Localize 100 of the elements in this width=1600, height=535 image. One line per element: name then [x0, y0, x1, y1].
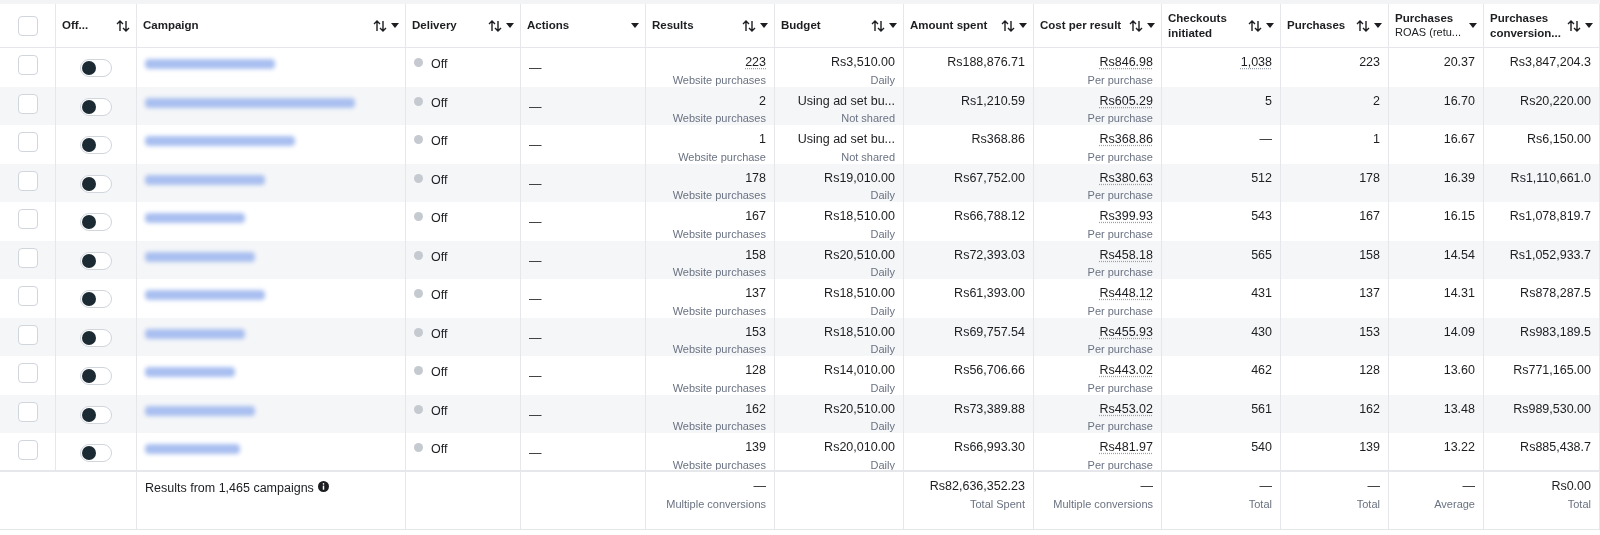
cell-caption: Per purchase: [1087, 227, 1153, 241]
column-header[interactable]: Purchases conversion...: [1490, 11, 1563, 40]
checkbox[interactable]: [17, 15, 38, 36]
toggle-switch[interactable]: [80, 59, 112, 77]
toggle-switch[interactable]: [80, 290, 112, 308]
checkbox[interactable]: [17, 286, 38, 306]
toggle-switch[interactable]: [80, 251, 112, 270]
sort-icon[interactable]: [373, 19, 387, 32]
delivery-status: Off: [431, 441, 448, 458]
sort-icon[interactable]: [1001, 19, 1015, 32]
toggle-switch[interactable]: [80, 405, 112, 424]
delivery-status: Off: [431, 94, 448, 112]
caret-icon[interactable]: [1266, 23, 1274, 28]
caret-icon[interactable]: [1374, 23, 1382, 28]
checkbox[interactable]: [17, 247, 38, 268]
cell-value[interactable]: Rs846.98: [1099, 55, 1153, 71]
column-header[interactable]: Budget: [781, 18, 867, 33]
cell-value: 137: [1359, 286, 1380, 302]
caret-icon[interactable]: [760, 23, 768, 28]
column-header[interactable]: Off...: [62, 18, 112, 33]
checkbox[interactable]: [17, 93, 38, 114]
column-header[interactable]: Cost per result: [1040, 18, 1125, 33]
cell-value: 167: [745, 209, 766, 225]
info-icon[interactable]: [317, 481, 329, 492]
cell-value: 543: [1251, 209, 1272, 225]
caret-icon[interactable]: [1585, 23, 1593, 28]
sort-icon[interactable]: [1567, 19, 1581, 32]
cell-caption: Website purchases: [672, 73, 766, 87]
cell-value: 20.37: [1443, 55, 1475, 71]
checkbox[interactable]: [17, 324, 38, 345]
toggle-switch[interactable]: [80, 136, 112, 154]
cell-value[interactable]: Rs368.86: [1099, 132, 1153, 148]
checkbox[interactable]: [17, 363, 38, 383]
cell-value[interactable]: Rs443.02: [1099, 363, 1153, 379]
column-header[interactable]: Results: [652, 18, 738, 33]
caret-icon[interactable]: [506, 23, 514, 28]
cell-caption: Daily: [870, 381, 895, 395]
toggle-switch[interactable]: [80, 367, 112, 385]
toggle-switch[interactable]: [80, 174, 112, 193]
cell-value: 14.31: [1443, 286, 1475, 302]
delivery-status: Off: [431, 171, 448, 189]
cell-value[interactable]: Rs481.97: [1099, 440, 1153, 456]
checkbox[interactable]: [17, 55, 38, 75]
caret-icon[interactable]: [889, 23, 897, 28]
cell-value[interactable]: 223: [745, 55, 766, 71]
sort-icon[interactable]: [871, 19, 885, 32]
toggle-switch[interactable]: [80, 444, 112, 462]
column-header[interactable]: Checkouts initiated: [1168, 11, 1244, 40]
cell-value[interactable]: Rs448.12: [1099, 286, 1153, 302]
column-header[interactable]: Delivery: [412, 18, 484, 33]
caret-icon[interactable]: [1019, 23, 1027, 28]
cell-value[interactable]: Rs399.93: [1099, 209, 1153, 225]
cell-caption: Per purchase: [1087, 343, 1153, 356]
toggle-switch[interactable]: [80, 97, 112, 116]
sort-icon[interactable]: [1356, 19, 1370, 32]
column-header[interactable]: Purchases: [1395, 11, 1465, 26]
cell-value[interactable]: Rs455.93: [1099, 324, 1153, 341]
cell-value: 16.15: [1443, 209, 1475, 225]
checkbox[interactable]: [17, 170, 38, 191]
column-header[interactable]: Amount spent: [910, 18, 997, 33]
cell-caption: Per purchase: [1087, 150, 1153, 164]
cell-caption: Website purchases: [672, 112, 766, 125]
column-header[interactable]: Campaign: [143, 18, 369, 33]
cell-value: 1: [1373, 132, 1380, 148]
caret-icon[interactable]: [1469, 23, 1477, 28]
sort-icon[interactable]: [742, 19, 756, 32]
toggle-switch[interactable]: [80, 213, 112, 231]
cell-value[interactable]: Rs380.63: [1099, 170, 1153, 187]
checkbox[interactable]: [17, 440, 38, 460]
checkbox[interactable]: [17, 209, 38, 229]
cell-value: Rs69,757.54: [954, 324, 1025, 341]
cell-caption: Total Spent: [969, 497, 1025, 512]
sort-icon[interactable]: [1129, 19, 1143, 32]
caret-icon[interactable]: [631, 23, 639, 28]
sort-icon[interactable]: [1248, 19, 1262, 32]
column-header[interactable]: Actions: [527, 18, 627, 33]
caret-icon[interactable]: [1147, 23, 1155, 28]
cell-value: 561: [1251, 401, 1272, 418]
caret-icon[interactable]: [391, 23, 399, 28]
actions-value: —: [529, 138, 542, 152]
actions-value: —: [529, 176, 542, 191]
delivery-status: Off: [431, 133, 448, 150]
delivery-status: Off: [431, 364, 448, 381]
sort-icon[interactable]: [488, 19, 502, 32]
column-header[interactable]: Purchases: [1287, 18, 1352, 33]
cell-value: Rs19,010.00: [824, 170, 895, 187]
cell-value: 540: [1251, 440, 1272, 456]
cell-value[interactable]: Rs605.29: [1099, 93, 1153, 110]
toggle-switch[interactable]: [80, 328, 112, 347]
cell-caption: Per purchase: [1087, 458, 1153, 470]
results-summary: Results from 1,465 campaigns: [145, 480, 314, 497]
cell-value[interactable]: Rs453.02: [1099, 401, 1153, 418]
sort-icon[interactable]: [116, 19, 130, 32]
checkbox[interactable]: [17, 132, 38, 152]
cell-value[interactable]: Rs458.18: [1099, 247, 1153, 264]
cell-value: 16.39: [1443, 170, 1475, 187]
cell-caption: Daily: [870, 343, 895, 356]
cell-value: Rs983,189.5: [1520, 324, 1591, 341]
checkbox[interactable]: [17, 401, 38, 422]
cell-value[interactable]: 1,038: [1240, 55, 1272, 71]
